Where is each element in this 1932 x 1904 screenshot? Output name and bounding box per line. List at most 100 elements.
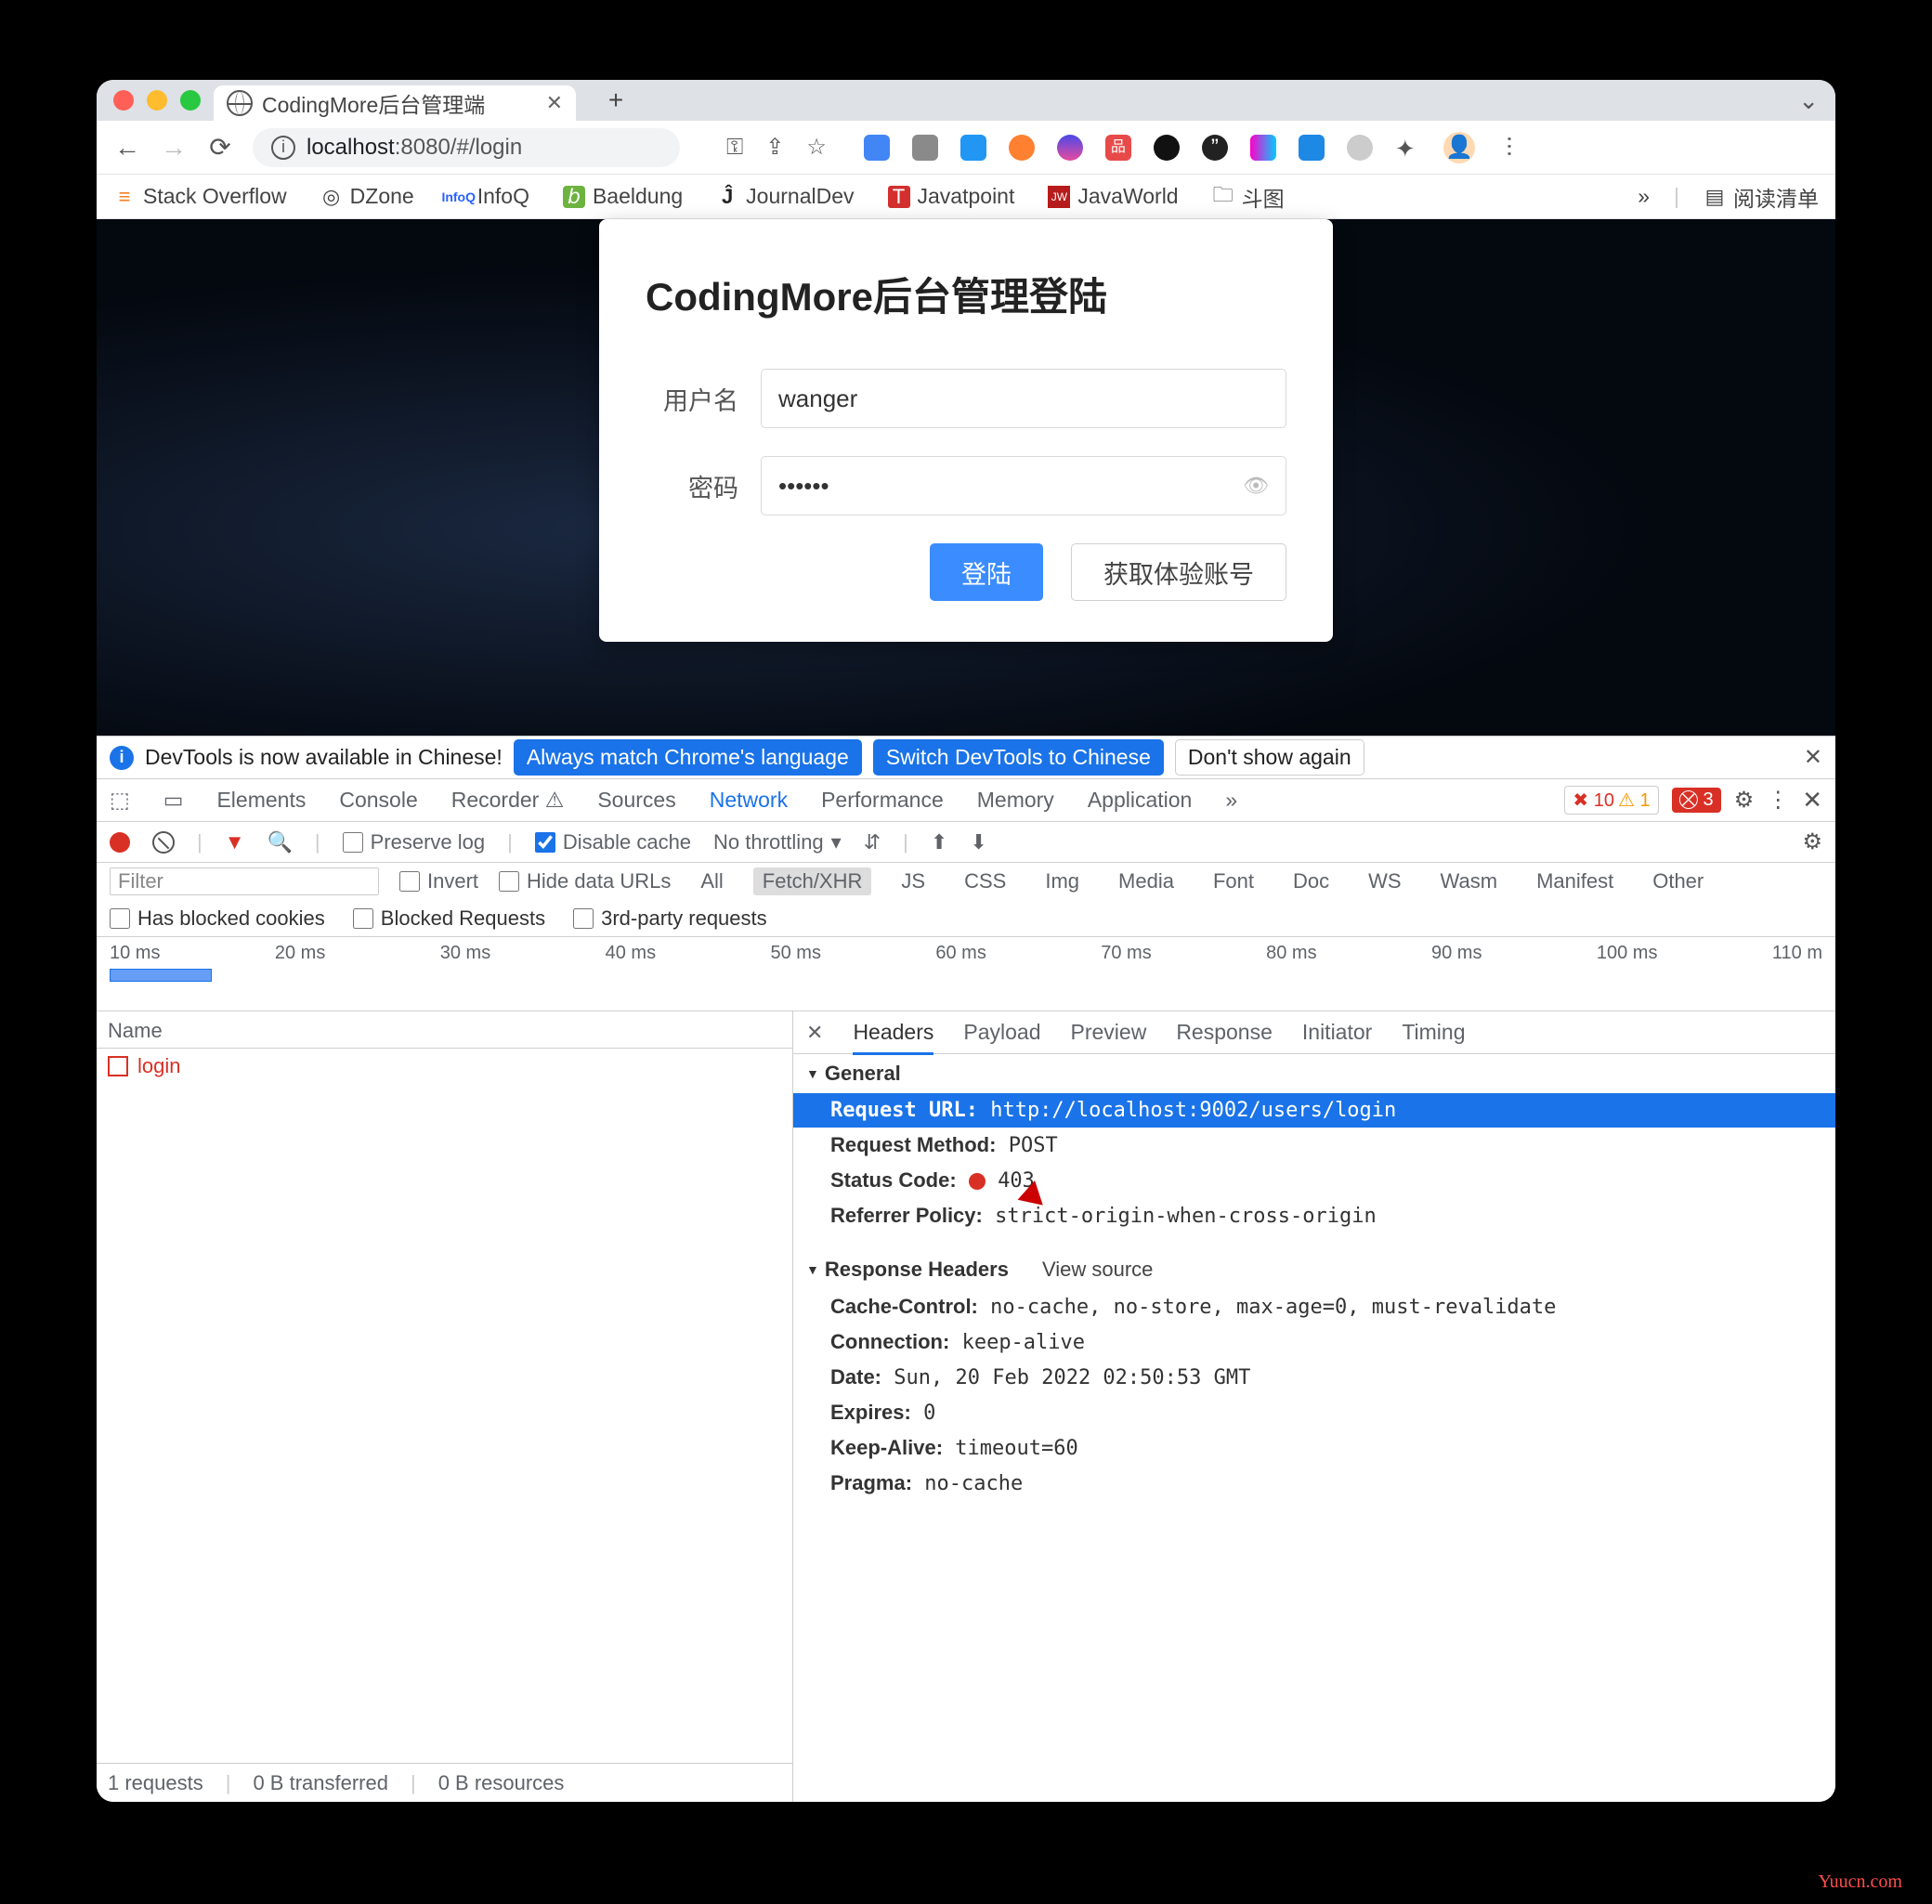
bookmark-item[interactable]: 🗀斗图 xyxy=(1212,181,1285,213)
type-ws[interactable]: WS xyxy=(1359,867,1410,895)
tab-menu-chevron-icon[interactable]: ⌄ xyxy=(1798,86,1819,115)
tab-overflow[interactable]: » xyxy=(1225,788,1237,813)
search-icon[interactable]: 🔍 xyxy=(268,830,293,854)
filter-icon[interactable]: ▼ xyxy=(225,830,245,854)
bookmark-overflow-icon[interactable]: » xyxy=(1638,184,1650,209)
window-minimize-button[interactable] xyxy=(147,90,167,111)
extension-icon[interactable] xyxy=(1299,135,1325,161)
extension-icon[interactable] xyxy=(912,135,938,161)
tab-network[interactable]: Network xyxy=(710,788,788,813)
star-icon[interactable]: ☆ xyxy=(806,134,827,161)
disable-cache-checkbox[interactable]: Disable cache xyxy=(535,830,691,854)
request-row[interactable]: login xyxy=(97,1049,792,1084)
tab-close-icon[interactable]: ✕ xyxy=(546,91,563,115)
tab-sources[interactable]: Sources xyxy=(597,788,675,813)
extension-icon[interactable] xyxy=(1250,135,1276,161)
blocked-requests-checkbox[interactable]: Blocked Requests xyxy=(353,906,545,931)
always-match-button[interactable]: Always match Chrome's language xyxy=(514,739,862,776)
extension-icon[interactable] xyxy=(1154,135,1180,161)
third-party-checkbox[interactable]: 3rd-party requests xyxy=(573,906,767,931)
chrome-menu-icon[interactable]: ⋯ xyxy=(1495,136,1522,160)
trial-account-button[interactable]: 获取体验账号 xyxy=(1071,543,1286,601)
extension-icon[interactable] xyxy=(1347,135,1373,161)
username-input[interactable]: wanger xyxy=(761,369,1286,428)
extension-icon[interactable]: 品 xyxy=(1105,135,1131,161)
url-field[interactable]: i localhost:8080/#/login xyxy=(253,128,680,167)
type-other[interactable]: Other xyxy=(1643,867,1713,895)
tab-initiator[interactable]: Initiator xyxy=(1302,1020,1372,1045)
tab-performance[interactable]: Performance xyxy=(821,788,944,813)
login-button[interactable]: 登陆 xyxy=(930,543,1043,601)
window-zoom-button[interactable] xyxy=(180,90,201,111)
tab-headers[interactable]: Headers xyxy=(853,1020,933,1055)
clear-icon[interactable] xyxy=(152,831,175,854)
inspect-icon[interactable]: ⬚ xyxy=(110,788,130,813)
bookmark-item[interactable]: 𝘣Baeldung xyxy=(563,184,683,209)
banner-close-icon[interactable]: ✕ xyxy=(1804,744,1822,771)
type-wasm[interactable]: Wasm xyxy=(1431,867,1508,895)
extension-icon[interactable] xyxy=(864,135,890,161)
error-badge[interactable]: ✖ 10 ⚠ 1 xyxy=(1564,786,1658,815)
record-button[interactable] xyxy=(110,832,130,853)
type-js[interactable]: JS xyxy=(892,867,934,895)
extension-icon[interactable]: ” xyxy=(1202,135,1228,161)
upload-icon[interactable]: ⬆ xyxy=(931,830,947,854)
download-icon[interactable]: ⬇ xyxy=(970,830,986,854)
blocked-cookies-checkbox[interactable]: Has blocked cookies xyxy=(110,906,325,931)
profile-avatar[interactable]: 👤 xyxy=(1443,132,1475,163)
extension-icon[interactable] xyxy=(1009,135,1035,161)
view-source-link[interactable]: View source xyxy=(1042,1258,1153,1282)
site-info-icon[interactable]: i xyxy=(271,136,295,160)
browser-tab[interactable]: CodingMore后台管理端 ✕ xyxy=(214,85,576,121)
extensions-menu-icon[interactable]: ✦ xyxy=(1395,135,1421,161)
filter-input[interactable]: Filter xyxy=(110,867,379,895)
invert-checkbox[interactable]: Invert xyxy=(399,869,478,893)
tab-console[interactable]: Console xyxy=(339,788,417,813)
bookmark-item[interactable]: ĴJournalDev xyxy=(716,184,854,209)
wifi-icon[interactable]: ⇵ xyxy=(864,830,881,854)
type-all[interactable]: All xyxy=(691,867,732,895)
eye-icon[interactable]: 👁 xyxy=(1243,474,1269,498)
device-icon[interactable]: ▭ xyxy=(163,788,184,813)
throttling-select[interactable]: No throttling ▾ xyxy=(713,830,842,854)
bookmark-item[interactable]: TJavatpoint xyxy=(888,184,1015,209)
new-tab-button[interactable]: + xyxy=(602,86,630,114)
bookmark-item[interactable]: ◎DZone xyxy=(320,184,414,209)
type-media[interactable]: Media xyxy=(1109,867,1183,895)
tab-payload[interactable]: Payload xyxy=(963,1020,1040,1045)
reading-list-button[interactable]: ▤阅读清单 xyxy=(1704,181,1819,213)
network-timeline[interactable]: 10 ms20 ms30 ms40 ms50 ms60 ms70 ms80 ms… xyxy=(97,937,1835,1011)
switch-chinese-button[interactable]: Switch DevTools to Chinese xyxy=(873,739,1164,776)
settings-icon[interactable]: ⚙ xyxy=(1734,787,1755,814)
tab-memory[interactable]: Memory xyxy=(977,788,1054,813)
request-list-header[interactable]: Name xyxy=(97,1011,792,1049)
tab-application[interactable]: Application xyxy=(1088,788,1193,813)
preserve-log-checkbox[interactable]: Preserve log xyxy=(343,830,486,854)
type-font[interactable]: Font xyxy=(1204,867,1263,895)
issues-badge[interactable]: ⛒ 3 xyxy=(1672,788,1721,813)
type-doc[interactable]: Doc xyxy=(1284,867,1338,895)
hide-data-urls-checkbox[interactable]: Hide data URLs xyxy=(499,869,671,893)
tab-timing[interactable]: Timing xyxy=(1402,1020,1465,1045)
network-settings-icon[interactable]: ⚙ xyxy=(1802,828,1822,855)
tab-preview[interactable]: Preview xyxy=(1071,1020,1147,1045)
type-css[interactable]: CSS xyxy=(955,867,1015,895)
tab-recorder[interactable]: Recorder ⚠ xyxy=(451,788,565,813)
extension-icon[interactable] xyxy=(960,135,986,161)
detail-close-icon[interactable]: ✕ xyxy=(806,1021,823,1045)
type-fetch-xhr[interactable]: Fetch/XHR xyxy=(753,867,872,895)
dont-show-button[interactable]: Don't show again xyxy=(1175,739,1364,776)
key-icon[interactable]: ⚿ xyxy=(726,135,743,161)
password-input[interactable]: ••••••👁 xyxy=(761,456,1286,515)
back-button[interactable]: ← xyxy=(113,133,141,163)
extension-icon[interactable] xyxy=(1057,135,1083,161)
bookmark-item[interactable]: InfoQInfoQ xyxy=(448,184,529,209)
tab-elements[interactable]: Elements xyxy=(216,788,306,813)
tab-response[interactable]: Response xyxy=(1176,1020,1273,1045)
bookmark-item[interactable]: JWJavaWorld xyxy=(1048,184,1178,209)
reload-button[interactable]: ⟳ xyxy=(206,132,234,163)
type-manifest[interactable]: Manifest xyxy=(1527,867,1623,895)
type-img[interactable]: Img xyxy=(1036,867,1089,895)
window-close-button[interactable] xyxy=(113,90,134,111)
more-icon[interactable]: ⋮ xyxy=(1767,787,1789,814)
